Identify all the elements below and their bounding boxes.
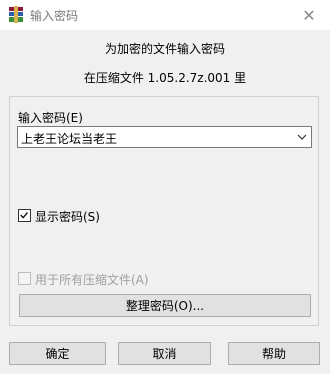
password-combobox[interactable]: 上老王论坛当老王 bbox=[17, 126, 312, 148]
use-for-all-label: 用于所有压缩文件(A) bbox=[35, 273, 149, 287]
winrar-icon bbox=[9, 6, 23, 23]
organize-passwords-button[interactable]: 整理密码(O)... bbox=[19, 294, 311, 317]
archive-message: 在压缩文件 1.05.2.7z.001 里 bbox=[83, 71, 247, 85]
password-label: 输入密码(E) bbox=[18, 111, 83, 125]
chevron-down-icon[interactable] bbox=[297, 132, 307, 142]
close-icon: ✕ bbox=[302, 5, 316, 25]
use-for-all-checkbox[interactable] bbox=[18, 272, 31, 285]
password-value: 上老王论坛当老王 bbox=[21, 132, 118, 146]
ok-button[interactable]: 确定 bbox=[9, 342, 106, 365]
cancel-button[interactable]: 取消 bbox=[118, 342, 211, 365]
show-password-checkbox[interactable] bbox=[18, 209, 31, 222]
checkmark-icon bbox=[20, 212, 28, 219]
title-bar: 输入密码 ✕ bbox=[0, 0, 330, 30]
window-title: 输入密码 bbox=[30, 9, 79, 23]
help-button[interactable]: 帮助 bbox=[228, 342, 320, 365]
show-password-label[interactable]: 显示密码(S) bbox=[35, 208, 100, 225]
prompt-message: 为加密的文件输入密码 bbox=[104, 42, 225, 56]
close-button[interactable]: ✕ bbox=[288, 0, 330, 30]
